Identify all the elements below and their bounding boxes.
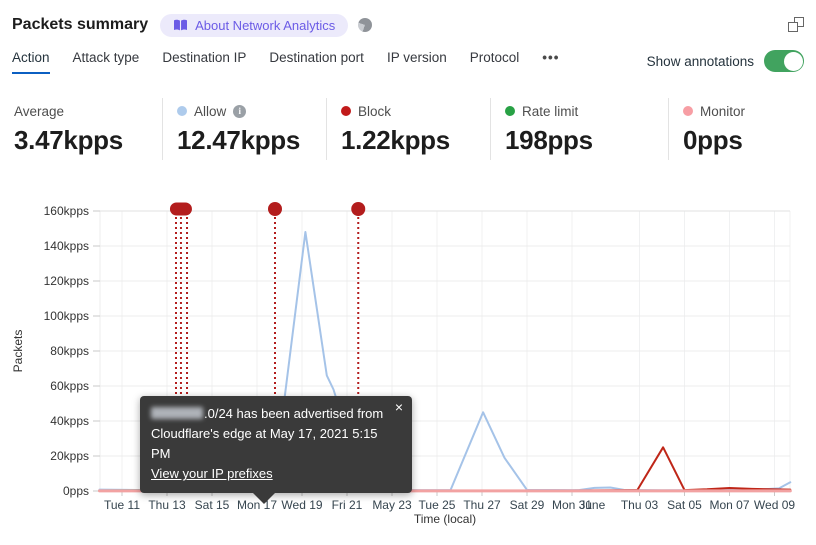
tab-attack-type[interactable]: Attack type — [73, 50, 140, 74]
stat-label: Allow — [194, 103, 227, 119]
redacted-ip-prefix — [151, 407, 203, 419]
tab-protocol[interactable]: Protocol — [470, 50, 520, 74]
page-title: Packets summary — [12, 16, 149, 33]
tab-action[interactable]: Action — [12, 50, 50, 74]
tab-destination-ip[interactable]: Destination IP — [162, 50, 246, 74]
block-legend-dot — [341, 106, 351, 116]
tooltip-caret — [252, 491, 276, 504]
x-tick-label: May 23 — [372, 498, 412, 512]
x-axis-title: Time (local) — [414, 512, 476, 526]
x-tick-label: Tue 11 — [104, 498, 140, 512]
x-tick-label: Wed 19 — [281, 498, 322, 512]
x-tick-label: Sat 15 — [195, 498, 230, 512]
annotation-group-marker[interactable] — [169, 202, 192, 216]
about-network-analytics-badge[interactable]: About Network Analytics — [160, 13, 349, 37]
x-tick-label: Sat 05 — [667, 498, 702, 512]
stat-rate-limit: Rate limit 198pps — [490, 98, 668, 160]
toggle-knob — [783, 51, 803, 71]
stat-value: 198pps — [505, 125, 593, 155]
y-tick-label: 80kpps — [50, 344, 89, 358]
book-icon — [173, 19, 188, 32]
y-tick-label: 160kpps — [44, 204, 89, 218]
stat-value: 3.47kpps — [14, 125, 123, 155]
stat-label: Monitor — [700, 103, 746, 119]
badge-label: About Network Analytics — [195, 17, 336, 33]
y-tick-label: 100kpps — [44, 309, 89, 323]
annotation-tooltip: × .0/24 has been advertised from Cloudfl… — [140, 396, 412, 504]
annotation-marker[interactable] — [268, 202, 282, 216]
rate-limit-legend-dot — [505, 106, 515, 116]
chart-area: 160kpps 140kpps 120kpps 100kpps 80kpps 60kpps… — [0, 190, 816, 545]
y-tick-label: 0pps — [63, 484, 89, 498]
x-tick-label: Tue 25 — [419, 498, 456, 512]
stat-label: Average — [14, 103, 65, 119]
stat-label: Rate limit — [522, 103, 579, 119]
stat-label: Block — [358, 103, 392, 119]
y-tick-label: 120kpps — [44, 274, 89, 288]
stat-allow: Allow i 12.47kpps — [162, 98, 326, 160]
tabs: Action Attack type Destination IP Destinati… — [12, 50, 559, 74]
x-tick-label: Sat 29 — [510, 498, 545, 512]
tabs-more-button[interactable]: ••• — [542, 50, 559, 74]
stat-average: Average 3.47kpps — [0, 98, 162, 160]
window-restore-icon[interactable] — [788, 17, 804, 33]
x-tick-label: Mon 07 — [709, 498, 749, 512]
monitor-legend-dot — [683, 106, 693, 116]
stat-value: 12.47kpps — [177, 125, 301, 155]
header: Packets summary About Network Analytics — [12, 10, 804, 40]
tab-ip-version[interactable]: IP version — [387, 50, 447, 74]
close-icon[interactable]: × — [395, 400, 403, 414]
y-tick-label: 40kpps — [50, 414, 89, 428]
tooltip-text: .0/24 has been advertised from Cloudflar… — [151, 406, 384, 462]
show-annotations-control: Show annotations — [647, 50, 804, 72]
tab-destination-port[interactable]: Destination port — [269, 50, 364, 74]
x-tick-label: Thu 03 — [621, 498, 659, 512]
stat-monitor: Monitor 0pps — [668, 98, 816, 160]
stats-row: Average 3.47kpps Allow i 12.47kpps Block 1.22k… — [0, 98, 816, 160]
view-ip-prefixes-link[interactable]: View your IP prefixes — [151, 466, 273, 481]
show-annotations-label: Show annotations — [646, 53, 754, 69]
stat-value: 1.22kpps — [341, 125, 450, 155]
y-tick-label: 20kpps — [50, 449, 89, 463]
x-tick-label: Wed 09 — [754, 498, 795, 512]
y-tick-label: 60kpps — [50, 379, 89, 393]
pie-progress-icon — [358, 18, 373, 32]
x-tick-label: June — [579, 498, 605, 512]
y-axis-title: Packets — [11, 330, 25, 373]
show-annotations-toggle[interactable] — [764, 50, 804, 72]
annotation-marker[interactable] — [351, 202, 366, 216]
allow-legend-dot — [177, 106, 187, 116]
info-icon[interactable]: i — [233, 104, 247, 118]
stat-block: Block 1.22kpps — [326, 98, 490, 160]
x-tick-label: Fri 21 — [332, 498, 363, 512]
y-tick-label: 140kpps — [44, 239, 89, 253]
x-tick-label: Thu 13 — [148, 498, 186, 512]
stat-value: 0pps — [683, 125, 743, 155]
tabs-row: Action Attack type Destination IP Destinati… — [12, 50, 804, 78]
x-tick-label: Thu 27 — [463, 498, 501, 512]
